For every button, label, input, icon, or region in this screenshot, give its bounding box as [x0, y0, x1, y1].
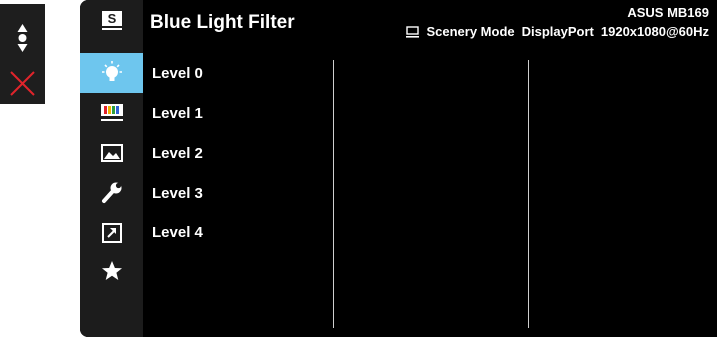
menu-item-level-0[interactable]: Level 0 [152, 65, 203, 82]
status-resolution: 1920x1080@60Hz [600, 24, 709, 39]
menu-item-level-3[interactable]: Level 3 [152, 185, 203, 202]
sidebar-item-color[interactable] [80, 93, 143, 133]
osd-panel: S Blue Light Filter ASUS MB169 Scenery M… [80, 0, 717, 337]
close-icon [10, 71, 35, 96]
column-divider [333, 60, 334, 328]
status-input: DisplayPort [521, 24, 594, 39]
menu-item-level-4[interactable]: Level 4 [152, 224, 203, 241]
status-bar: Scenery Mode DisplayPort 1920x1080@60Hz [406, 24, 709, 39]
monitor-icon [406, 25, 420, 38]
favorite-icon [101, 261, 122, 280]
navigate-icon [17, 24, 28, 52]
sidebar-item-shortcut[interactable] [80, 213, 143, 253]
model-name: ASUS MB169 [627, 5, 709, 20]
splendid-icon[interactable]: S [80, 0, 143, 40]
shortcut-icon [101, 223, 122, 243]
osd-sidebar: S [80, 0, 143, 337]
page-title: Blue Light Filter [150, 12, 295, 33]
system-setup-icon [101, 182, 121, 203]
column-divider [528, 60, 529, 328]
blue-light-filter-icon [101, 61, 122, 81]
sidebar-item-favorite[interactable] [80, 251, 143, 291]
hotkey-strip [0, 4, 45, 104]
sidebar-item-image[interactable] [80, 133, 143, 173]
sidebar-item-system-setup[interactable] [80, 173, 143, 213]
color-icon [100, 104, 123, 121]
menu-item-level-2[interactable]: Level 2 [152, 145, 203, 162]
menu-item-level-1[interactable]: Level 1 [152, 105, 203, 122]
close-key[interactable] [0, 60, 45, 108]
sidebar-item-blue-light-filter[interactable] [80, 53, 143, 93]
svg-text:S: S [107, 11, 116, 26]
navigate-key[interactable] [0, 8, 45, 60]
status-mode: Scenery Mode [426, 24, 515, 39]
image-icon [100, 144, 123, 162]
